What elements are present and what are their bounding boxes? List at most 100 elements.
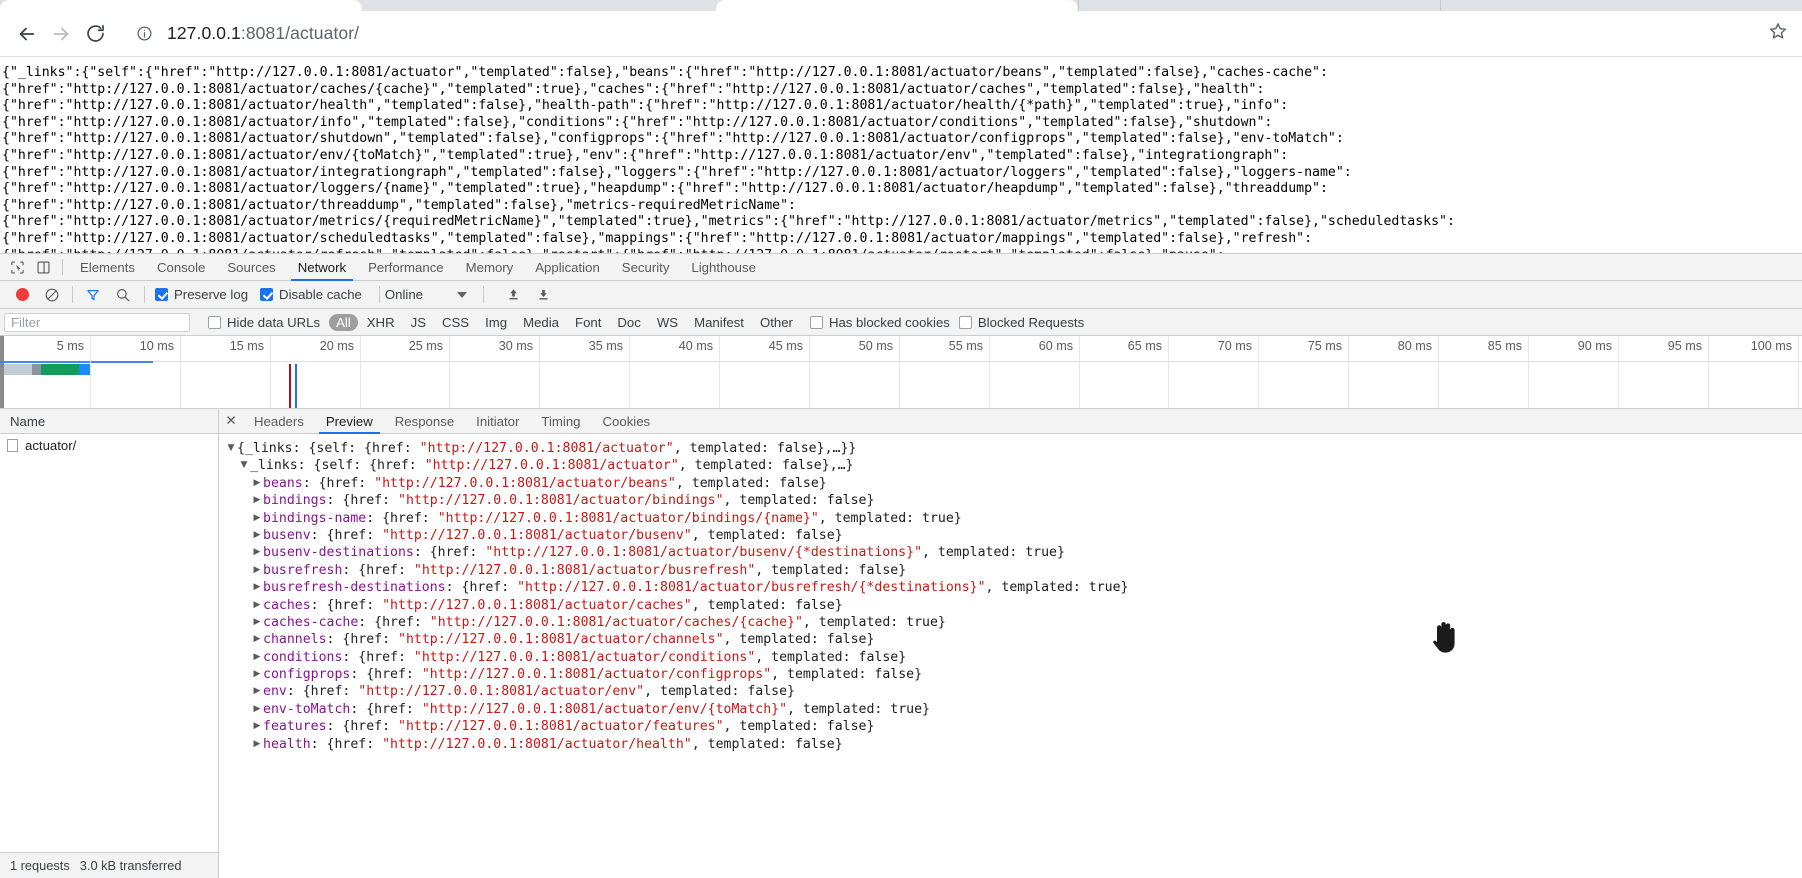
detail-tab-timing[interactable]: Timing	[530, 409, 591, 433]
hide-data-urls-checkbox[interactable]	[208, 315, 221, 329]
address-bar[interactable]: 127.0.0.1:8081/actuator/	[124, 17, 1768, 50]
inspect-element-button[interactable]	[4, 254, 30, 280]
filter-type-all[interactable]: All	[329, 313, 358, 331]
preview-tree-row[interactable]: ▶ busenv-destinations: {href: "http://127…	[219, 544, 1802, 561]
chevron-down-icon[interactable]: ▼	[225, 440, 237, 457]
json-line: {"_links":{"self":{"href":"http://127.0.…	[2, 65, 1328, 80]
preview-tree-row[interactable]: ▼ {_links: {self: {href: "http://127.0.0.…	[219, 440, 1802, 457]
detail-tab-initiator[interactable]: Initiator	[465, 409, 530, 433]
filter-input[interactable]: Filter	[4, 312, 190, 332]
preview-tree-row[interactable]: ▶ features: {href: "http://127.0.0.1:8081…	[219, 718, 1802, 735]
detail-tab-cookies[interactable]: Cookies	[592, 409, 662, 433]
bookmark-button[interactable]	[1768, 21, 1792, 46]
search-button[interactable]	[108, 287, 138, 303]
preview-tree-row[interactable]: ▶ health: {href: "http://127.0.0.1:8081/a…	[219, 736, 1802, 753]
blocked-requests-control[interactable]: Blocked Requests	[958, 315, 1084, 330]
chevron-right-icon[interactable]: ▶	[251, 475, 263, 492]
record-button[interactable]	[7, 288, 37, 301]
chevron-right-icon[interactable]: ▶	[251, 631, 263, 648]
export-har-button[interactable]	[528, 287, 558, 302]
close-detail-button[interactable]: ✕	[219, 409, 243, 433]
chevron-right-icon[interactable]: ▶	[251, 666, 263, 683]
filter-type-manifest[interactable]: Manifest	[687, 314, 751, 331]
preview-tree-row[interactable]: ▶ env-toMatch: {href: "http://127.0.0.1:8…	[219, 701, 1802, 718]
page-info-icon[interactable]	[136, 25, 153, 42]
preview-tree-row[interactable]: ▶ env: {href: "http://127.0.0.1:8081/actu…	[219, 683, 1802, 700]
preview-tree-row[interactable]: ▶ caches: {href: "http://127.0.0.1:8081/a…	[219, 597, 1802, 614]
preview-tree-row[interactable]: ▶ beans: {href: "http://127.0.0.1:8081/ac…	[219, 475, 1802, 492]
import-har-button[interactable]	[498, 287, 528, 302]
json-key: busrefresh	[263, 562, 343, 578]
browser-tab-2[interactable]	[716, 0, 1078, 11]
devtools-tab-performance[interactable]: Performance	[357, 254, 455, 280]
preview-tree-row[interactable]: ▶ caches-cache: {href: "http://127.0.0.1:…	[219, 614, 1802, 631]
has-blocked-cookies-checkbox[interactable]	[809, 315, 823, 329]
preserve-log-control[interactable]: Preserve log	[155, 287, 248, 302]
preserve-log-checkbox[interactable]	[155, 288, 168, 301]
chevron-right-icon[interactable]: ▶	[251, 492, 263, 509]
chevron-right-icon[interactable]: ▶	[251, 510, 263, 527]
preview-tree-row[interactable]: ▶ channels: {href: "http://127.0.0.1:8081…	[219, 631, 1802, 648]
network-overview-timeline[interactable]: 5 ms 10 ms 15 ms 20 ms 25 ms 30 ms 35 ms 40 ms 4…	[0, 336, 1802, 409]
device-toolbar-button[interactable]	[30, 254, 56, 280]
filter-type-media[interactable]: Media	[516, 314, 566, 331]
filter-type-img[interactable]: Img	[478, 314, 514, 331]
filter-type-other[interactable]: Other	[753, 314, 800, 331]
filter-type-css[interactable]: CSS	[435, 314, 476, 331]
back-button[interactable]	[10, 17, 44, 51]
preview-tree-row[interactable]: ▼ _links: {self: {href: "http://127.0.0.1…	[219, 457, 1802, 474]
chevron-right-icon[interactable]: ▶	[251, 614, 263, 631]
devtools-tab-security[interactable]: Security	[611, 254, 681, 280]
filter-button[interactable]	[78, 287, 108, 303]
devtools-tab-elements[interactable]: Elements	[69, 254, 146, 280]
preview-tree-row[interactable]: ▶ bindings: {href: "http://127.0.0.1:8081…	[219, 492, 1802, 509]
filter-type-font[interactable]: Font	[568, 314, 608, 331]
devtools-tab-console[interactable]: Console	[146, 254, 216, 280]
disable-cache-control[interactable]: Disable cache	[260, 287, 362, 302]
preview-tree-row[interactable]: ▶ bindings-name: {href: "http://127.0.0.1…	[219, 510, 1802, 527]
hide-data-urls-control[interactable]: Hide data URLs	[208, 315, 320, 330]
clear-button[interactable]	[37, 287, 67, 303]
preview-tree-row[interactable]: ▶ configprops: {href: "http://127.0.0.1:8…	[219, 666, 1802, 683]
filter-type-ws[interactable]: WS	[650, 314, 685, 331]
disable-cache-checkbox[interactable]	[260, 288, 274, 301]
devtools-tab-sources[interactable]: Sources	[216, 254, 286, 280]
detail-tab-preview[interactable]: Preview	[315, 409, 384, 434]
blocked-requests-checkbox[interactable]	[958, 315, 972, 329]
chevron-right-icon[interactable]: ▶	[251, 562, 263, 579]
devtools-tabbar: Elements Console Sources Network Performance…	[0, 254, 1802, 281]
devtools-tab-application[interactable]: Application	[524, 254, 611, 280]
throttling-select[interactable]: Online	[385, 287, 468, 302]
chevron-right-icon[interactable]: ▶	[251, 683, 263, 700]
has-blocked-cookies-control[interactable]: Has blocked cookies	[809, 315, 950, 330]
request-list-header[interactable]: Name	[0, 409, 218, 434]
forward-button[interactable]	[44, 17, 78, 51]
request-row[interactable]: actuator/	[0, 434, 218, 456]
ruler-tick-label: 75 ms	[1307, 339, 1342, 353]
devtools-tab-lighthouse[interactable]: Lighthouse	[680, 254, 767, 280]
preview-tree-row[interactable]: ▶ busrefresh-destinations: {href: "http:/…	[219, 579, 1802, 596]
preview-json-tree[interactable]: ▼ {_links: {self: {href: "http://127.0.0.…	[219, 434, 1802, 878]
filter-type-xhr[interactable]: XHR	[360, 314, 402, 331]
chevron-right-icon[interactable]: ▶	[251, 579, 263, 596]
chevron-right-icon[interactable]: ▶	[251, 527, 263, 544]
chevron-right-icon[interactable]: ▶	[251, 701, 263, 718]
chevron-right-icon[interactable]: ▶	[251, 718, 263, 735]
detail-tab-headers[interactable]: Headers	[243, 409, 315, 433]
detail-tab-response[interactable]: Response	[384, 409, 465, 433]
filter-type-doc[interactable]: Doc	[610, 314, 647, 331]
browser-tab-1[interactable]	[0, 0, 362, 11]
chevron-right-icon[interactable]: ▶	[251, 649, 263, 666]
filter-type-js[interactable]: JS	[404, 314, 433, 331]
reload-button[interactable]	[78, 17, 112, 51]
preview-tree-row[interactable]: ▶ busrefresh: {href: "http://127.0.0.1:80…	[219, 562, 1802, 579]
devtools-tab-network[interactable]: Network	[287, 254, 357, 281]
chevron-right-icon[interactable]: ▶	[251, 544, 263, 561]
waterfall-segment-queueing	[4, 364, 32, 375]
preview-tree-row[interactable]: ▶ conditions: {href: "http://127.0.0.1:80…	[219, 649, 1802, 666]
preview-tree-row[interactable]: ▶ busenv: {href: "http://127.0.0.1:8081/a…	[219, 527, 1802, 544]
chevron-right-icon[interactable]: ▶	[251, 597, 263, 614]
chevron-down-icon[interactable]: ▼	[238, 457, 250, 474]
chevron-right-icon[interactable]: ▶	[251, 736, 263, 753]
devtools-tab-memory[interactable]: Memory	[455, 254, 525, 280]
